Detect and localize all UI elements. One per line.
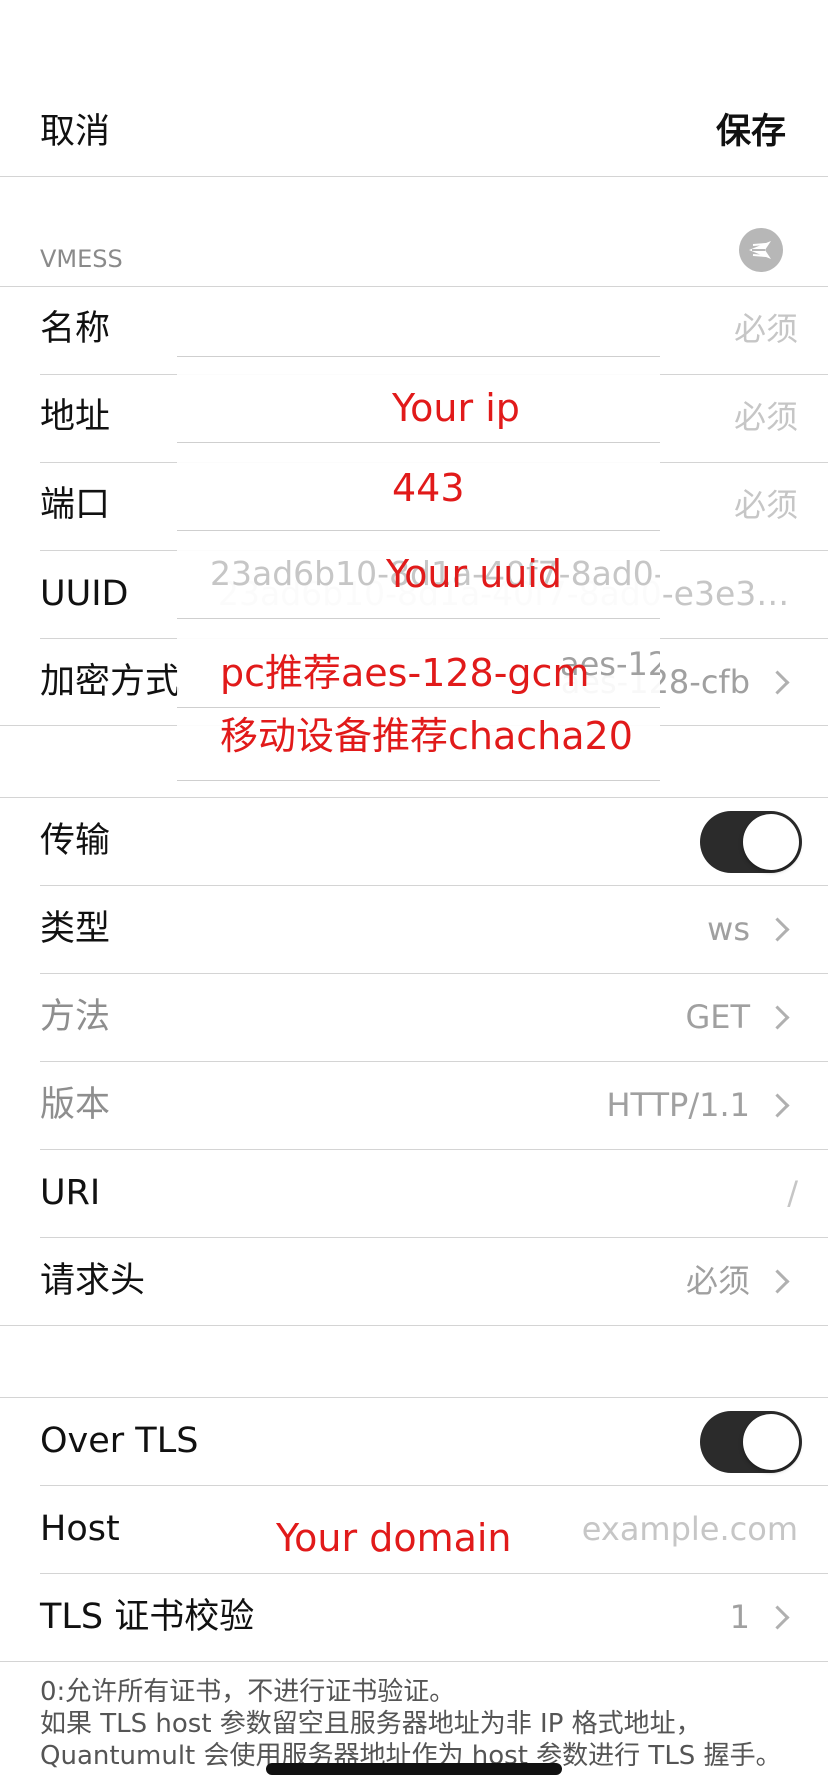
send-icon[interactable] [739, 228, 783, 272]
chevron-right-icon [765, 1269, 790, 1294]
transport-toggle[interactable] [700, 811, 802, 873]
type-value: ws [707, 910, 750, 948]
headers-value: 必须 [685, 1262, 750, 1300]
row-divider [40, 1061, 828, 1062]
annotation-cipher-mobile: 移动设备推荐chacha20 [220, 714, 633, 758]
section-title-vmess: VMESS [40, 245, 123, 273]
over-tls-toggle[interactable] [700, 1411, 802, 1473]
annotation-ip: Your ip [392, 386, 520, 430]
row-divider [40, 885, 828, 886]
row-divider [40, 1485, 828, 1486]
chevron-right-icon [765, 1005, 790, 1030]
row-divider [40, 973, 828, 974]
section-bottom-divider [0, 1325, 828, 1326]
overlay-divider [177, 707, 660, 708]
field-label: URI [40, 1173, 101, 1213]
uri-input[interactable]: / [787, 1171, 798, 1215]
field-label: 版本 [40, 1085, 111, 1125]
section-bottom-divider [0, 1661, 828, 1662]
annotation-uuid: Your uuid [386, 552, 563, 596]
overlay-divider [177, 618, 660, 619]
field-label: Over TLS [40, 1421, 199, 1461]
method-value: GET [685, 998, 750, 1036]
toggle-knob [743, 814, 799, 870]
chevron-right-icon [765, 917, 790, 942]
field-label: UUID [40, 574, 129, 614]
row-divider [40, 1149, 828, 1150]
overlay-divider [177, 356, 660, 357]
chevron-right-icon [765, 670, 790, 695]
save-button[interactable]: 保存 [716, 110, 786, 154]
field-label: 名称 [40, 309, 111, 349]
annotation-domain: Your domain [276, 1516, 512, 1560]
field-label: Host [40, 1509, 120, 1549]
field-label: 传输 [40, 821, 111, 861]
version-value: HTTP/1.1 [606, 1086, 750, 1124]
host-input[interactable]: example.com [582, 1507, 798, 1551]
field-label: 端口 [40, 485, 111, 525]
address-input[interactable]: 必须 [734, 395, 798, 439]
row-divider [40, 1237, 828, 1238]
field-label: 加密方式 [40, 662, 181, 702]
section-top-divider [0, 1397, 828, 1398]
footer-note-line: 如果 TLS host 参数留空且服务器地址为非 IP 格式地址， [40, 1709, 702, 1739]
chevron-right-icon [765, 1605, 790, 1630]
section-top-divider [0, 286, 828, 287]
field-label: 类型 [40, 909, 111, 949]
nav-divider [0, 176, 828, 177]
annotation-cipher-pc: pc推荐aes-128-gcm [220, 651, 590, 695]
chevron-right-icon [765, 1093, 790, 1118]
field-label: 请求头 [40, 1261, 146, 1301]
section-top-divider [0, 797, 828, 798]
name-input[interactable]: 必须 [734, 307, 798, 351]
overlay-divider [177, 780, 660, 781]
footer-note-line: 0:允许所有证书，不进行证书验证。 [40, 1677, 456, 1707]
cancel-button[interactable]: 取消 [40, 110, 110, 154]
overlay-divider [177, 530, 660, 531]
port-input[interactable]: 必须 [734, 483, 798, 527]
annotation-port: 443 [392, 466, 465, 510]
overlay-divider [177, 442, 660, 443]
field-label: 方法 [40, 997, 111, 1037]
toggle-knob [743, 1414, 799, 1470]
tls-verify-value: 1 [729, 1598, 750, 1636]
field-label: TLS 证书校验 [40, 1597, 255, 1637]
home-indicator[interactable] [266, 1763, 562, 1775]
field-label: 地址 [40, 397, 111, 437]
row-divider [40, 1573, 828, 1574]
